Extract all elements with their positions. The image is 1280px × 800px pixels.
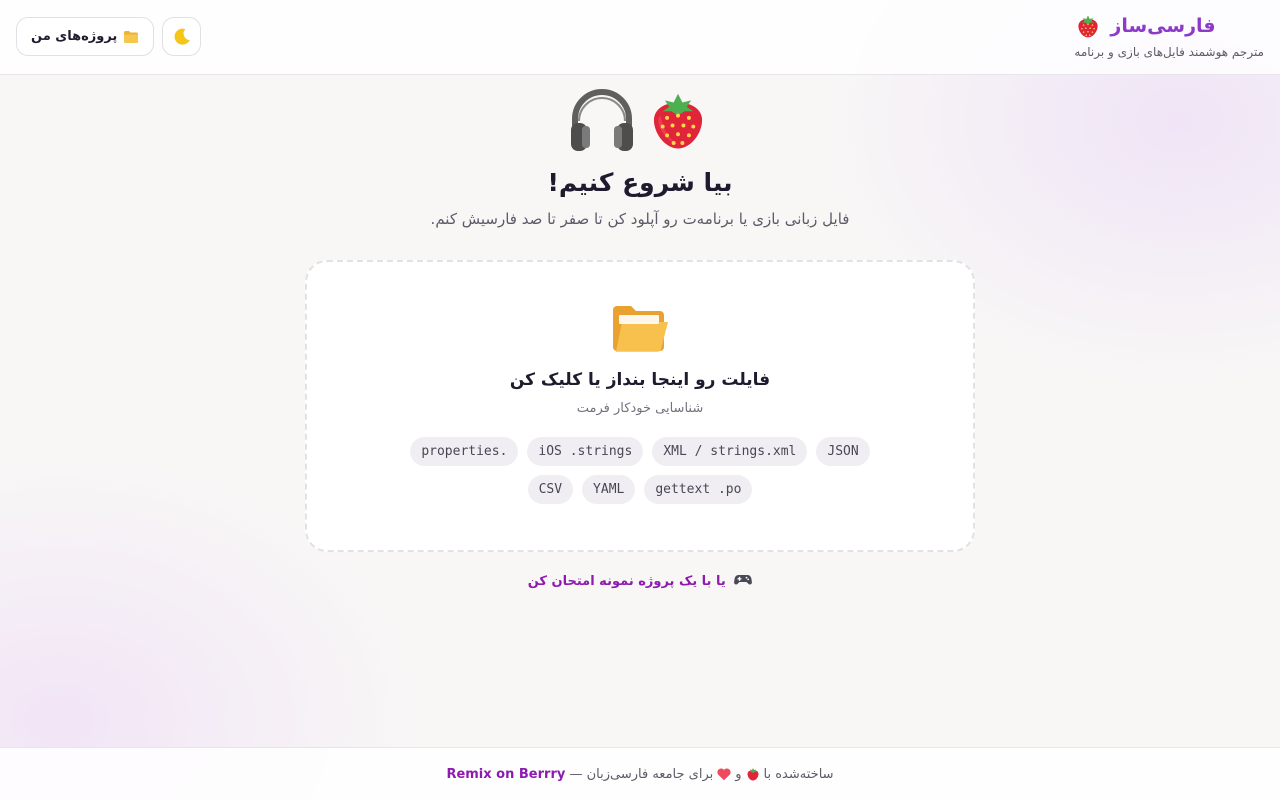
app-header: فارسی‌ساز مترجم هوشمند فایل‌های بازی و ب…: [0, 0, 1280, 75]
my-projects-label: پروژه‌های من: [31, 29, 118, 44]
dropzone-icon-wrap: [307, 302, 973, 354]
format-chip: gettext .po: [644, 475, 753, 504]
format-chip: JSON: [816, 437, 870, 466]
sample-project-link[interactable]: یا با یک پروژه نمونه امتحان کن: [0, 573, 1280, 589]
page-title: بیا شروع کنیم!: [547, 168, 733, 197]
page-subtitle: فایل زبانی بازی یا برنامه‌ت رو آپلود کن …: [430, 210, 850, 228]
sample-project-label: یا با یک پروژه نمونه امتحان کن: [527, 574, 726, 589]
format-chip: XML / strings.xml: [652, 437, 808, 466]
brand-name: فارسی‌ساز: [1110, 15, 1216, 37]
file-dropzone[interactable]: فایلت رو اینجا بنداز یا کلیک کن شناسایی …: [305, 260, 975, 552]
format-chip: YAML: [582, 475, 636, 504]
heart-icon: [716, 766, 732, 782]
footer-community: برای جامعه فارسی‌زبان —: [569, 766, 714, 782]
dropzone-subtitle: شناسایی خودکار فرمت: [576, 401, 704, 416]
format-chip: iOS .strings: [527, 437, 644, 466]
footer-made-with: ساخته‌شده با: [763, 766, 834, 782]
strawberry-icon: [653, 93, 703, 149]
brand-row: فارسی‌ساز: [1074, 11, 1216, 41]
format-chips: JSON XML / strings.xml iOS .strings prop…: [352, 437, 928, 504]
strawberry-icon: [745, 766, 761, 782]
footer-and: و: [735, 766, 742, 782]
theme-toggle-button[interactable]: [162, 17, 202, 56]
brand-tagline: مترجم هوشمند فایل‌های بازی و برنامه: [1074, 45, 1264, 59]
header-actions: پروژه‌های من: [16, 17, 202, 56]
format-chip: CSV: [527, 475, 574, 504]
game-controller-icon: [734, 575, 753, 585]
folder-icon: [124, 30, 139, 43]
crescent-moon-icon: [174, 28, 190, 45]
brand[interactable]: فارسی‌ساز مترجم هوشمند فایل‌های بازی و ب…: [1074, 11, 1264, 59]
my-projects-button[interactable]: پروژه‌های من: [16, 17, 155, 56]
headphones-icon: [571, 89, 633, 151]
open-folder-icon: [613, 306, 668, 352]
format-chip: properties.: [410, 437, 519, 466]
hero-emojis: [0, 85, 1280, 155]
strawberry-icon: [1078, 15, 1099, 38]
remix-link[interactable]: Remix on Berrry: [446, 767, 565, 782]
dropzone-title: فایلت رو اینجا بنداز یا کلیک کن: [509, 370, 771, 390]
page-footer: ساخته‌شده با و برای جامعه فارسی‌زبان — R…: [0, 747, 1280, 800]
